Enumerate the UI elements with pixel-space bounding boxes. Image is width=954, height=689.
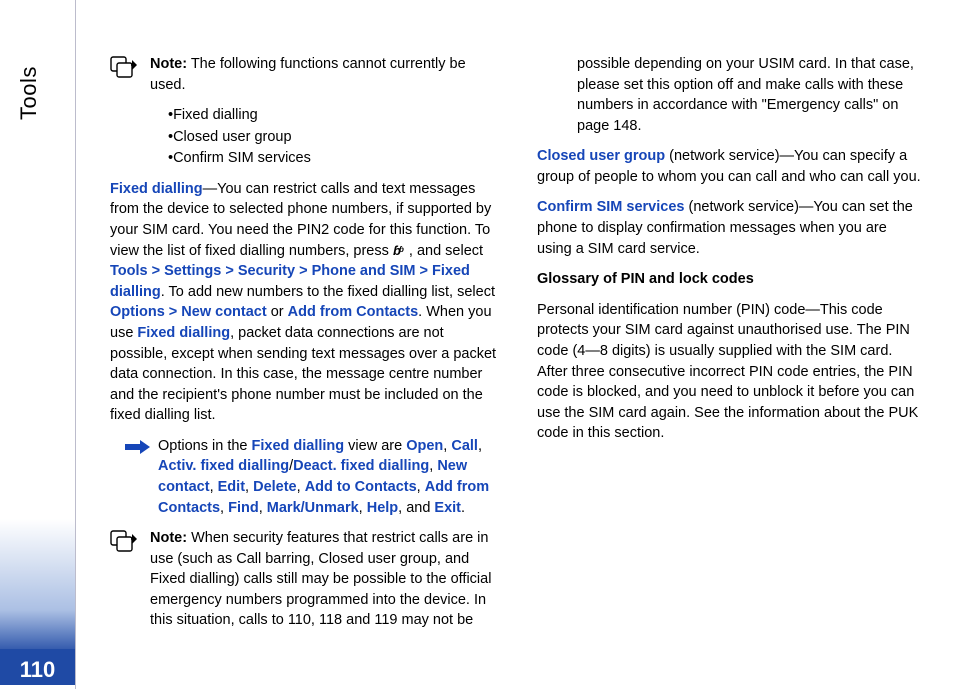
confirm-sim-term: Confirm SIM services (537, 199, 684, 215)
note-label: Note: (150, 56, 187, 72)
tip-block: Options in the Fixed dialling view are O… (124, 436, 497, 518)
svg-text:ɓ: ɓ (399, 245, 404, 254)
note-icon (110, 56, 138, 78)
tip-text: Options in the Fixed dialling view are O… (158, 436, 497, 518)
fixed-dialling-para: Fixed dialling—You can restrict calls an… (110, 179, 497, 426)
menu-key-icon: ɓɓ (393, 244, 409, 258)
page-content: Note: The following functions cannot cur… (110, 54, 924, 641)
tip-arrow-icon (124, 439, 150, 455)
note-icon (110, 530, 138, 552)
bullet-item: •Fixed dialling (168, 105, 497, 126)
confirm-sim-para: Confirm SIM services (network service)—Y… (537, 197, 924, 259)
fixed-dialling-term: Fixed dialling (110, 181, 203, 197)
closed-user-group-term: Closed user group (537, 148, 665, 164)
page-number-gradient (0, 519, 75, 649)
section-title: Tools (16, 66, 42, 120)
bullet-item: •Confirm SIM services (168, 148, 497, 169)
closed-user-group-para: Closed user group (network service)—You … (537, 146, 924, 187)
pin-code-para: Personal identification number (PIN) cod… (537, 300, 924, 444)
vertical-divider (75, 0, 76, 689)
glossary-heading: Glossary of PIN and lock codes (537, 269, 924, 290)
page-number: 110 (0, 657, 75, 683)
bullet-item: •Closed user group (168, 127, 497, 148)
note-label: Note: (150, 530, 187, 546)
note-block-1: Note: The following functions cannot cur… (110, 54, 497, 95)
note1-bullets: •Fixed dialling •Closed user group •Conf… (168, 105, 497, 169)
note1-text: Note: The following functions cannot cur… (150, 54, 497, 95)
note1-body: The following functions cannot currently… (150, 56, 466, 93)
